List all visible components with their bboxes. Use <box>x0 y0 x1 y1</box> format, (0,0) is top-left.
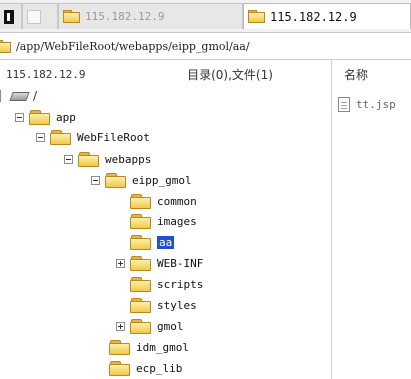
folder-icon <box>130 213 152 229</box>
folder-icon <box>78 151 100 167</box>
tree-item-label: images <box>157 214 197 228</box>
tree-item-images[interactable]: images <box>130 211 197 231</box>
tree-item-ecp-lib[interactable]: ecp_lib <box>109 358 182 378</box>
collapse-icon[interactable] <box>91 175 100 185</box>
folder-icon <box>0 39 12 53</box>
folder-icon <box>130 297 152 313</box>
folder-open-icon <box>130 234 152 250</box>
tab-label: 115.182.12.9 <box>85 10 165 23</box>
folder-icon <box>29 109 51 125</box>
expand-icon[interactable] <box>116 321 125 331</box>
terminal-icon <box>4 9 14 24</box>
tree-item-label: app <box>56 110 76 124</box>
tree-item-webfileroot[interactable]: WebFileRoot <box>36 127 150 147</box>
collapse-icon[interactable] <box>15 112 24 122</box>
folder-icon <box>248 10 266 23</box>
tab-bar: 115.182.12.9 115.182.12.9 <box>0 0 411 33</box>
tree-item-scripts[interactable]: scripts <box>130 274 203 294</box>
folder-icon <box>130 255 152 271</box>
tree-item-webapps[interactable]: webapps <box>64 149 151 169</box>
folder-icon <box>50 129 72 145</box>
collapse-icon[interactable] <box>36 132 45 142</box>
folder-icon <box>63 10 81 23</box>
file-name: tt.jsp <box>356 97 396 111</box>
file-item-tt-jsp[interactable]: tt.jsp <box>338 94 396 114</box>
tree-item-label: eipp_gmol <box>132 173 192 187</box>
tab-server-inactive[interactable]: 115.182.12.9 <box>58 3 243 29</box>
computer-icon <box>9 90 30 102</box>
tree-item-label: common <box>157 194 197 208</box>
tree-item-label: styles <box>157 298 197 312</box>
tree-root-label: / <box>33 89 38 103</box>
folder-icon <box>109 339 131 355</box>
folder-summary: 目录(0),文件(1) <box>187 67 273 82</box>
tab-label: 115.182.12.9 <box>270 9 357 24</box>
tree-item-gmol[interactable]: gmol <box>116 316 184 336</box>
tab-blank[interactable] <box>22 3 58 29</box>
tree-item-label: gmol <box>157 319 184 333</box>
expand-icon[interactable] <box>116 258 125 268</box>
pane-divider[interactable] <box>331 60 332 379</box>
name-column-header[interactable]: 名称 <box>336 60 411 88</box>
tree-item-aa[interactable]: aa <box>130 232 175 252</box>
folder-icon <box>130 193 152 209</box>
tree-item-idm-gmol[interactable]: idm_gmol <box>109 337 189 357</box>
tree-root[interactable]: / <box>0 86 37 106</box>
tree-item-styles[interactable]: styles <box>130 295 197 315</box>
tree-item-label-selected: aa <box>157 235 175 249</box>
tree-item-app[interactable]: app <box>15 107 76 127</box>
folder-icon <box>109 360 131 376</box>
folder-icon <box>130 276 152 292</box>
tree-item-web-inf[interactable]: WEB-INF <box>116 253 203 273</box>
tree-item-label: WEB-INF <box>157 256 204 270</box>
tab-terminal[interactable] <box>0 3 22 29</box>
tree-item-label: ecp_lib <box>136 361 183 375</box>
tree-item-common[interactable]: common <box>130 191 197 211</box>
blank-page-icon <box>27 9 41 24</box>
collapse-icon[interactable] <box>64 154 73 164</box>
host-label: 115.182.12.9 <box>6 67 86 81</box>
file-icon <box>338 96 350 112</box>
path-text: /app/WebFileRoot/webapps/eipp_gmol/aa/ <box>16 39 250 53</box>
tree-item-eipp-gmol[interactable]: eipp_gmol <box>91 170 192 190</box>
tab-server-active[interactable]: 115.182.12.9 <box>243 3 411 29</box>
tree-item-label: scripts <box>157 277 204 291</box>
folder-icon <box>130 318 152 334</box>
tree-item-label: idm_gmol <box>136 340 189 354</box>
folder-icon <box>105 172 127 188</box>
tree-item-label: WebFileRoot <box>77 130 150 144</box>
path-bar[interactable]: /app/WebFileRoot/webapps/eipp_gmol/aa/ <box>0 33 411 60</box>
tree-item-label: webapps <box>105 152 152 166</box>
